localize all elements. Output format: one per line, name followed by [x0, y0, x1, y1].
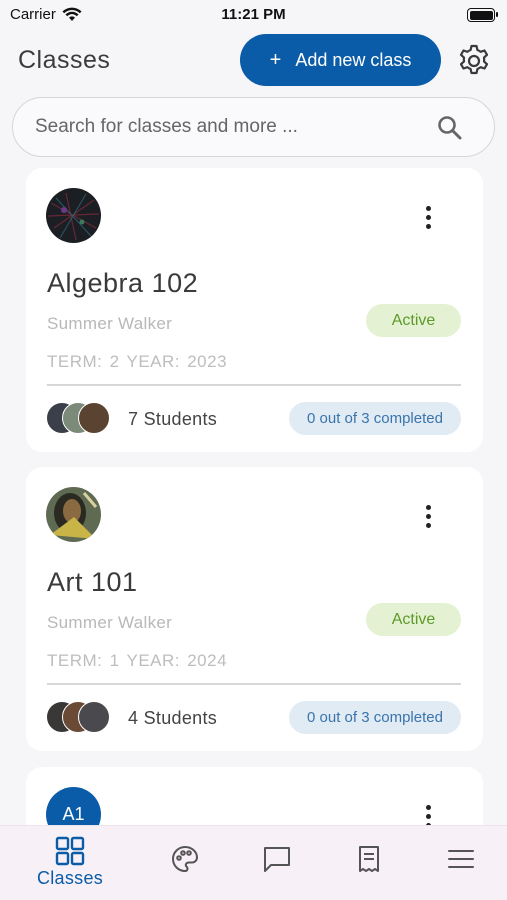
tab-messages[interactable] — [261, 826, 293, 900]
student-avatars — [46, 402, 112, 434]
gear-icon[interactable] — [456, 43, 492, 79]
students-count: 7 Students — [128, 409, 218, 429]
class-avatar — [46, 188, 101, 243]
teacher-name: Summer Walker — [47, 613, 173, 632]
class-name: Art 101 — [47, 567, 138, 597]
term-year: TERM: 2 YEAR: 2023 — [47, 352, 228, 371]
tab-classes[interactable]: Classes — [32, 826, 108, 900]
status-badge: Active — [366, 304, 461, 337]
more-options-icon[interactable] — [418, 501, 438, 531]
page-title: Classes — [18, 46, 111, 74]
receipt-icon — [359, 846, 379, 872]
tab-menu[interactable] — [445, 826, 477, 900]
completion-badge: 0 out of 3 completed — [289, 402, 461, 435]
tab-classes-label: Classes — [36, 868, 104, 888]
status-badge: Active — [366, 603, 461, 636]
student-avatars — [46, 701, 112, 733]
header: Classes + Add new class — [0, 34, 507, 88]
chat-bubble-icon — [264, 847, 290, 872]
battery-icon — [467, 8, 498, 22]
add-new-class-button[interactable]: + Add new class — [240, 34, 441, 86]
tab-palette[interactable] — [168, 826, 202, 900]
status-bar: Carrier 11:21 PM — [0, 0, 507, 30]
status-time: 11:21 PM — [221, 6, 286, 23]
more-options-icon[interactable] — [418, 202, 438, 232]
students-count: 4 Students — [128, 708, 218, 728]
divider — [47, 384, 461, 386]
menu-icon — [448, 850, 474, 868]
search-bar — [12, 97, 495, 157]
completion-badge: 0 out of 3 completed — [289, 701, 461, 734]
tab-receipts[interactable] — [354, 826, 384, 900]
teacher-name: Summer Walker — [47, 314, 173, 333]
classes-icon — [55, 836, 85, 866]
search-input[interactable] — [35, 116, 425, 138]
divider — [47, 683, 461, 685]
plus-icon: + — [269, 49, 282, 71]
term-year: TERM: 1 YEAR: 2024 — [47, 651, 228, 670]
class-card[interactable]: Art 101 Summer Walker Active TERM: 1 YEA… — [26, 467, 483, 751]
avatar — [78, 402, 110, 434]
bottom-tab-bar: Classes — [0, 825, 507, 900]
class-card[interactable]: Algebra 102 Summer Walker Active TERM: 2… — [26, 168, 483, 452]
avatar — [78, 701, 110, 733]
search-icon[interactable] — [436, 114, 464, 142]
palette-icon — [172, 845, 199, 873]
add-new-class-label: Add new class — [295, 49, 412, 70]
class-name: Algebra 102 — [47, 268, 199, 298]
class-avatar — [46, 487, 101, 542]
